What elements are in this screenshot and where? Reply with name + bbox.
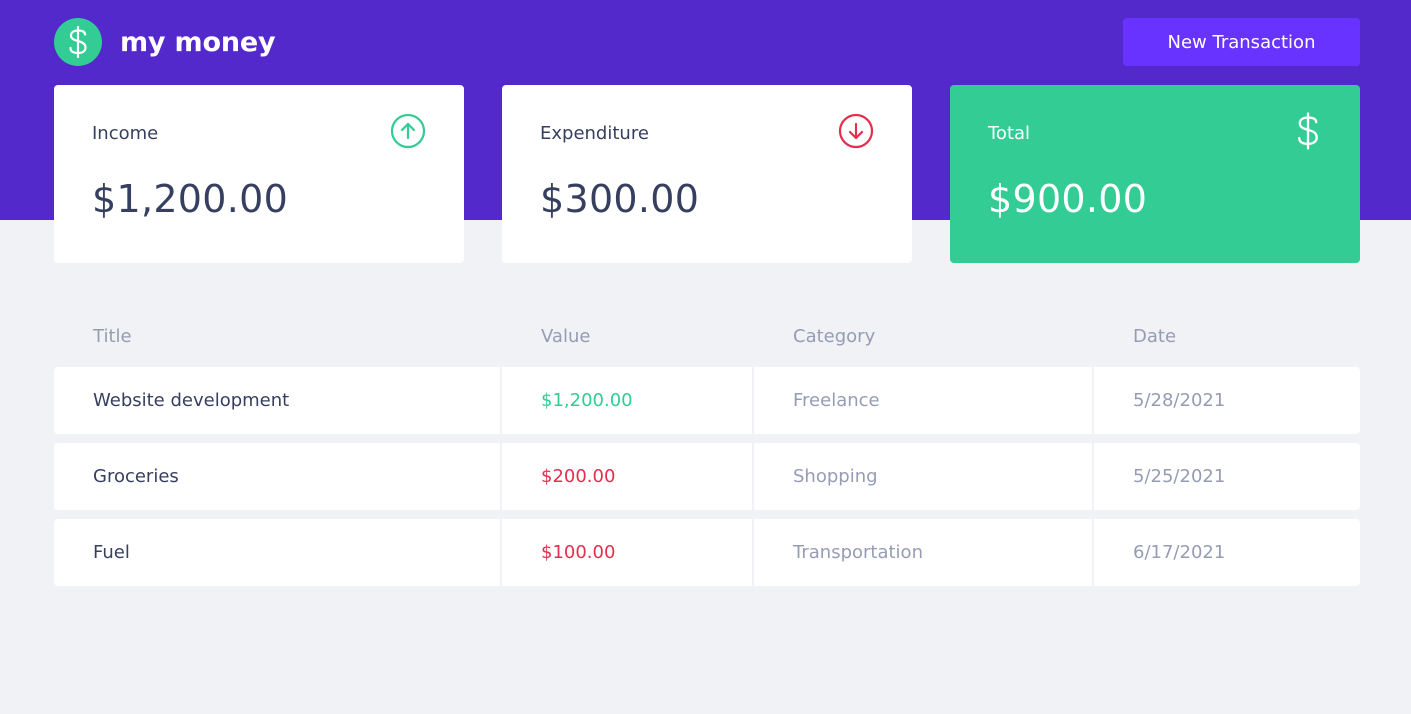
logo: my money xyxy=(54,18,276,66)
total-title: Total xyxy=(988,122,1031,144)
dollar-icon xyxy=(54,18,102,66)
expenditure-card: Expenditure $300.00 xyxy=(502,85,912,263)
transaction-title: Website development xyxy=(54,367,500,434)
expenditure-title: Expenditure xyxy=(540,122,649,144)
column-header-category: Category xyxy=(793,326,876,347)
transaction-value: $1,200.00 xyxy=(502,367,752,434)
income-title: Income xyxy=(92,122,159,144)
column-header-date: Date xyxy=(1133,326,1177,347)
transaction-category: Shopping xyxy=(754,443,1092,510)
transaction-date: 5/25/2021 xyxy=(1094,443,1360,510)
arrow-up-circle-icon xyxy=(390,113,426,153)
transaction-value: $100.00 xyxy=(502,519,752,586)
total-value: $900.00 xyxy=(988,177,1148,221)
transaction-date: 5/28/2021 xyxy=(1094,367,1360,434)
transaction-title: Fuel xyxy=(54,519,500,586)
transaction-category: Freelance xyxy=(754,367,1092,434)
column-header-value: Value xyxy=(541,326,591,347)
arrow-down-circle-icon xyxy=(838,113,874,153)
table-row: Fuel $100.00 Transportation 6/17/2021 xyxy=(54,519,1360,586)
new-transaction-button[interactable]: New Transaction xyxy=(1123,18,1360,66)
transaction-date: 6/17/2021 xyxy=(1094,519,1360,586)
dollar-icon xyxy=(1294,112,1322,154)
column-header-title: Title xyxy=(93,326,132,347)
income-card: Income $1,200.00 xyxy=(54,85,464,263)
transaction-category: Transportation xyxy=(754,519,1092,586)
transaction-title: Groceries xyxy=(54,443,500,510)
app-name: my money xyxy=(120,26,276,58)
transaction-value: $200.00 xyxy=(502,443,752,510)
total-card: Total $900.00 xyxy=(950,85,1360,263)
table-row: Groceries $200.00 Shopping 5/25/2021 xyxy=(54,443,1360,510)
expenditure-value: $300.00 xyxy=(540,177,700,221)
table-row: Website development $1,200.00 Freelance … xyxy=(54,367,1360,434)
income-value: $1,200.00 xyxy=(92,177,289,221)
transactions-table-header: Title Value Category Date xyxy=(54,326,1360,352)
